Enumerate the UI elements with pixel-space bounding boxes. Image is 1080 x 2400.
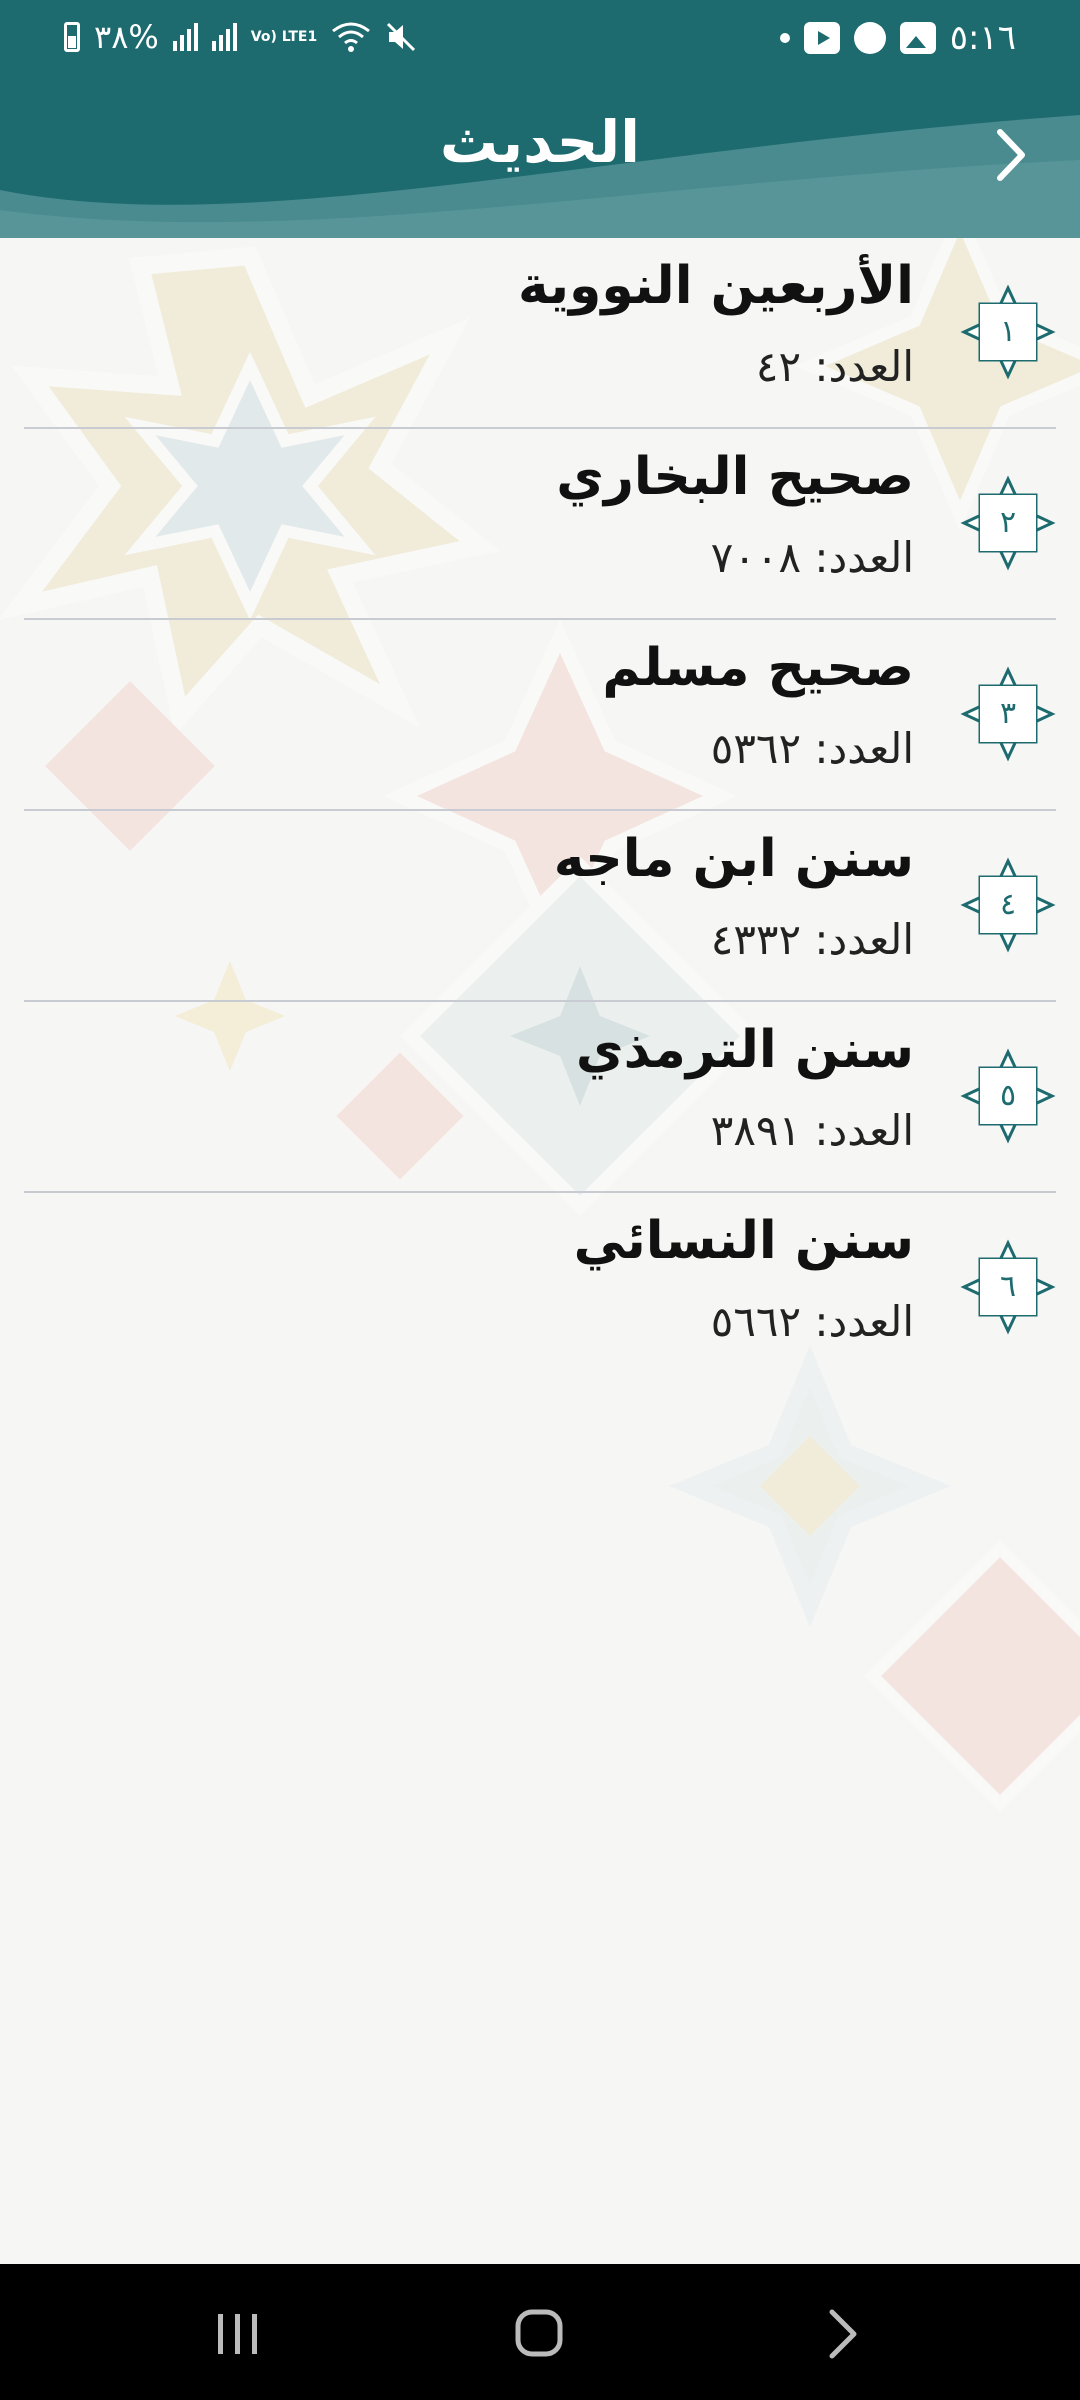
clock: ٥:١٦ — [949, 18, 1016, 58]
gallery-icon — [899, 22, 936, 54]
list-item[interactable]: ٤ سنن ابن ماجه العدد: ٤٣٣٢ — [0, 811, 1080, 1002]
list-item[interactable]: ٥ سنن الترمذي العدد: ٣٨٩١ — [0, 1002, 1080, 1193]
index-badge: ١ — [960, 284, 1056, 380]
index-badge: ٦ — [960, 1239, 1056, 1335]
book-name: سنن النسائي — [573, 1211, 914, 1271]
list-item[interactable]: ٢ صحيح البخاري العدد: ٧٠٠٨ — [0, 429, 1080, 620]
list-item[interactable]: ٦ سنن النسائي العدد: ٥٦٦٢ — [0, 1193, 1080, 1384]
hadith-book-list: ١ الأربعين النووية العدد: ٤٢ ٢ صحيح البخ… — [0, 238, 1080, 1384]
home-icon[interactable] — [460, 2264, 620, 2400]
index-number: ٤ — [999, 887, 1017, 922]
book-name: سنن ابن ماجه — [553, 829, 914, 889]
page-title: الحديث — [439, 108, 641, 176]
book-name: صحيح مسلم — [602, 638, 914, 698]
status-right: ٥:١٦ — [779, 18, 1016, 58]
index-number: ٢ — [999, 505, 1017, 540]
battery-level: ٣٨% — [94, 18, 159, 56]
dot-icon — [779, 33, 790, 43]
index-number: ٣ — [999, 696, 1017, 731]
app-header: ٣٨% Vo) LTE1 ٥:١٦ الحديث — [0, 0, 1080, 238]
index-number: ٦ — [999, 1269, 1017, 1304]
hadith-count: العدد: ٥٣٦٢ — [710, 724, 914, 773]
index-badge: ٢ — [960, 475, 1056, 571]
signal-icon — [211, 23, 237, 51]
index-badge: ٤ — [960, 857, 1056, 953]
index-badge: ٥ — [960, 1048, 1056, 1144]
hadith-count: العدد: ٧٠٠٨ — [710, 533, 914, 582]
wifi-icon — [332, 22, 371, 52]
index-number: ٥ — [999, 1078, 1017, 1113]
youtube-icon — [803, 22, 840, 54]
battery-icon — [64, 22, 80, 52]
list-item[interactable]: ١ الأربعين النووية العدد: ٤٢ — [0, 238, 1080, 429]
recent-apps-icon[interactable] — [158, 2264, 318, 2400]
book-name: صحيح البخاري — [556, 447, 914, 507]
hadith-count: العدد: ٤٢ — [755, 342, 914, 391]
football-icon — [853, 22, 886, 54]
back-icon[interactable] — [762, 2264, 922, 2400]
index-number: ١ — [999, 314, 1017, 349]
status-bar: ٣٨% Vo) LTE1 ٥:١٦ — [0, 18, 1080, 62]
status-left: ٣٨% Vo) LTE1 — [64, 18, 417, 56]
hadith-count: العدد: ٤٣٣٢ — [710, 915, 914, 964]
mute-icon — [387, 22, 416, 52]
network-type: Vo) LTE1 — [250, 29, 318, 45]
index-badge: ٣ — [960, 666, 1056, 762]
chevron-right-icon[interactable] — [980, 120, 1040, 190]
hadith-count: العدد: ٣٨٩١ — [710, 1106, 914, 1155]
signal-icon — [172, 23, 198, 51]
system-nav-bar — [0, 2264, 1080, 2400]
book-name: الأربعين النووية — [517, 256, 914, 316]
hadith-count: العدد: ٥٦٦٢ — [710, 1297, 914, 1346]
list-item[interactable]: ٣ صحيح مسلم العدد: ٥٣٦٢ — [0, 620, 1080, 811]
book-name: سنن الترمذي — [575, 1020, 914, 1080]
